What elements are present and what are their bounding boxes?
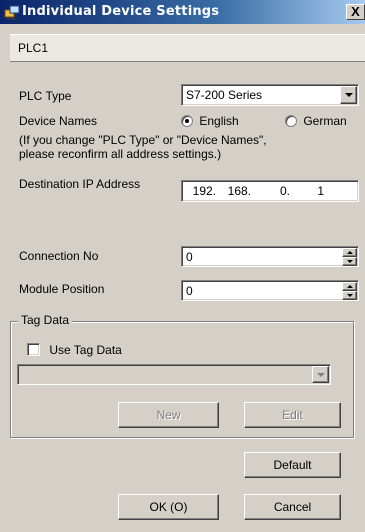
radio-german[interactable]: German <box>285 114 347 128</box>
device-name-header: PLC1 <box>10 34 365 62</box>
chevron-down-icon[interactable] <box>312 366 329 383</box>
default-button[interactable]: Default <box>244 452 341 478</box>
tag-data-group-title: Tag Data <box>18 313 73 327</box>
window-title: Individual Device Settings <box>22 4 220 19</box>
note-line-1: (If you change "PLC Type" or "Device Nam… <box>19 133 267 147</box>
radio-english-label: English <box>199 114 239 128</box>
spin-down-icon[interactable] <box>342 291 357 300</box>
tag-data-select[interactable] <box>17 364 331 385</box>
plc-type-label: PLC Type <box>19 89 72 103</box>
destination-ip-field[interactable]: 192. 168. 0. 1 <box>181 180 359 202</box>
cancel-button[interactable]: Cancel <box>244 494 341 520</box>
edit-tag-button[interactable]: Edit <box>244 402 341 428</box>
module-position-value[interactable]: 0 <box>186 284 193 298</box>
close-icon: X <box>351 4 360 19</box>
destination-ip-label: Destination IP Address <box>19 177 141 191</box>
ip-octet-4[interactable]: 1 <box>296 184 324 198</box>
plc-type-select[interactable]: S7-200 Series <box>181 84 359 106</box>
ip-octet-1[interactable]: 192. <box>188 184 216 198</box>
ok-button[interactable]: OK (O) <box>118 494 219 520</box>
close-button[interactable]: X <box>346 4 365 20</box>
chevron-down-icon[interactable] <box>340 86 357 104</box>
device-names-label: Device Names <box>19 114 98 128</box>
plc-type-value: S7-200 Series <box>186 88 263 102</box>
device-name: PLC1 <box>18 41 49 55</box>
new-tag-button[interactable]: New <box>118 402 219 428</box>
radio-german-label: German <box>303 114 347 128</box>
radio-english[interactable]: English <box>181 114 239 128</box>
connection-no-value[interactable]: 0 <box>186 250 193 264</box>
ip-octet-3[interactable]: 0. <box>262 184 290 198</box>
spin-up-icon[interactable] <box>342 248 357 257</box>
connection-no-label: Connection No <box>19 249 99 263</box>
spin-up-icon[interactable] <box>342 282 357 291</box>
module-position-stepper[interactable]: 0 <box>181 280 359 301</box>
use-tag-data-checkbox[interactable]: Use Tag Data <box>27 343 122 357</box>
note-line-2: please reconfirm all address settings.) <box>19 147 222 161</box>
network-device-icon <box>4 5 20 20</box>
use-tag-data-label: Use Tag Data <box>49 343 122 357</box>
spin-down-icon[interactable] <box>342 257 357 266</box>
radio-german-button[interactable] <box>285 115 297 127</box>
checkbox-box[interactable] <box>27 343 40 356</box>
radio-english-button[interactable] <box>181 115 193 127</box>
module-position-label: Module Position <box>19 282 105 296</box>
ip-octet-2[interactable]: 168. <box>223 184 251 198</box>
connection-no-stepper[interactable]: 0 <box>181 246 359 267</box>
